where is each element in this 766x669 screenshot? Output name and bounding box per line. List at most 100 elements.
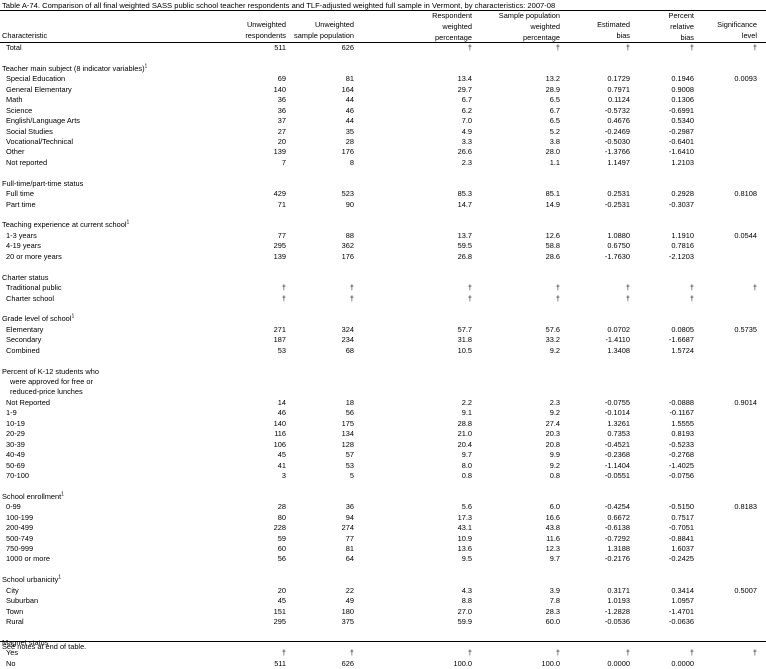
- cell-value: -0.2987: [668, 126, 694, 136]
- cell-value: 523: [341, 189, 354, 199]
- cell-value: 106: [273, 439, 286, 449]
- cell-value: 271: [273, 324, 286, 334]
- header-characteristic-label: Characteristic: [2, 31, 48, 40]
- cell-value: 43.8: [545, 523, 560, 533]
- row-label-text: Secondary: [6, 335, 42, 345]
- cell-value: 77: [345, 533, 354, 543]
- cell-value: 0.1124: [607, 95, 630, 105]
- cell-value: 44: [345, 116, 354, 126]
- cell-value: 1.3408: [607, 345, 630, 355]
- row-label-text: 1-9: [6, 408, 17, 418]
- row-label: Social Studies: [6, 127, 53, 137]
- cell-value: 20.8: [545, 439, 560, 449]
- row-label-text: Rural: [6, 617, 24, 627]
- table-row: 20-29 116 134 21.0 20.3 0.7353 0.8193: [0, 429, 766, 439]
- header-line: Significance: [717, 20, 757, 29]
- section-heading-row: Grade level of school1: [0, 314, 766, 324]
- footnote-marker: 1: [58, 574, 62, 581]
- cell-value: 29.7: [457, 84, 472, 94]
- row-label: Percent of K-12 students who: [2, 367, 99, 377]
- cell-value: 9.7: [549, 554, 560, 564]
- row-label-text: Science: [6, 105, 33, 115]
- cell-value: 228: [273, 523, 286, 533]
- cell-value: †: [625, 43, 630, 52]
- header-line: Percent: [668, 11, 694, 20]
- row-label: Teacher main subject (8 indicator variab…: [2, 64, 147, 74]
- header-significance-level: Significance level: [717, 20, 757, 42]
- cell-value: 324: [341, 324, 354, 334]
- cell-value: -0.5732: [604, 105, 630, 115]
- row-label: reduced-price lunches: [10, 387, 83, 397]
- cell-value: -0.3037: [668, 199, 694, 209]
- cell-value: -0.6401: [668, 136, 694, 146]
- row-label: 500-749: [6, 534, 33, 544]
- cell-value: -0.2469: [604, 126, 630, 136]
- table-row: 4-19 years 295 362 59.5 58.8 0.6750 0.7816: [0, 241, 766, 251]
- cell-value: 53: [277, 345, 286, 355]
- cell-value: -0.5233: [668, 439, 694, 449]
- footnote-marker: 1: [71, 313, 75, 320]
- cell-value: -0.2768: [668, 450, 694, 460]
- cell-value: 362: [341, 241, 354, 251]
- row-label-text: Grade level of school: [2, 314, 72, 324]
- row-label-text: 200-499: [6, 523, 34, 533]
- cell-value: 20.4: [457, 439, 472, 449]
- table-row: Elementary 271 324 57.7 57.6 0.0702 0.0805 0.57…: [0, 325, 766, 335]
- table-row: 20 or more years 139 176 26.8 28.6 -1.7630 -2.…: [0, 252, 766, 262]
- cell-value: 0.2531: [607, 189, 630, 199]
- row-label: Other: [6, 147, 24, 157]
- row-label: Secondary: [6, 335, 41, 345]
- cell-value: 44: [345, 95, 354, 105]
- table-row: Part time 71 90 14.7 14.9 -0.2531 -0.3037: [0, 200, 766, 210]
- header-line: level: [741, 30, 757, 40]
- table-row: Other 139 176 26.6 28.0 -1.3766 -1.6410: [0, 147, 766, 157]
- cell-value: 0.9014: [734, 397, 757, 407]
- row-label: 0-99: [6, 502, 21, 512]
- row-label: Not reported: [6, 158, 47, 168]
- table-row: Full time 429 523 85.3 85.1 0.2531 0.2928 0.810…: [0, 189, 766, 199]
- cell-value: 1.5724: [671, 345, 694, 355]
- cell-value: -0.2425: [668, 554, 694, 564]
- cell-value: -0.4254: [604, 502, 630, 512]
- cell-value: †: [467, 293, 472, 303]
- cell-value: 0.5007: [734, 585, 757, 595]
- cell-value: 11.6: [546, 533, 560, 543]
- cell-value: 0.0544: [734, 230, 757, 240]
- cell-value: 45: [277, 450, 286, 460]
- cell-value: 45: [277, 596, 286, 606]
- cell-value: †: [555, 648, 560, 658]
- header-line: bias: [616, 30, 630, 40]
- header-unweighted-sample: Unweighted sample population: [294, 20, 354, 42]
- cell-value: †: [625, 648, 630, 658]
- cell-value: †: [281, 648, 286, 658]
- cell-value: 2.3: [549, 397, 560, 407]
- cell-value: 8.0: [461, 460, 472, 470]
- cell-value: 90: [345, 199, 354, 209]
- cell-value: 68: [345, 345, 354, 355]
- cell-value: 1.0957: [671, 596, 694, 606]
- cell-value: 10.9: [457, 533, 472, 543]
- cell-value: -0.5030: [604, 136, 630, 146]
- cell-value: 0.0000: [671, 658, 694, 668]
- cell-value: 80: [277, 512, 286, 522]
- table-row: 1-9 46 56 9.1 9.2 -0.1014 -0.1167: [0, 408, 766, 418]
- row-label: Suburban: [6, 596, 38, 606]
- row-label: Part time: [6, 200, 36, 210]
- cell-value: 140: [273, 84, 286, 94]
- spacer-row: [0, 262, 766, 272]
- cell-value: 164: [341, 84, 354, 94]
- cell-value: †: [689, 293, 694, 303]
- cell-value: 0.9008: [671, 84, 694, 94]
- cell-value: 85.3: [457, 189, 472, 199]
- section-heading-row: Full-time/part-time status: [0, 179, 766, 189]
- table-row: 0-99 28 36 5.6 6.0 -0.4254 -0.5150 0.8183: [0, 502, 766, 512]
- cell-value: -1.7630: [604, 251, 630, 261]
- cell-value: †: [349, 648, 354, 658]
- row-label-text: Full-time/part-time status: [2, 178, 84, 188]
- row-label: Rural: [6, 617, 24, 627]
- section-heading-row: Teacher main subject (8 indicator variab…: [0, 64, 766, 74]
- cell-value: -1.4701: [668, 606, 694, 616]
- cell-value: -0.5150: [668, 502, 694, 512]
- cell-value: 0.0093: [734, 74, 757, 84]
- cell-value: 8: [349, 157, 354, 167]
